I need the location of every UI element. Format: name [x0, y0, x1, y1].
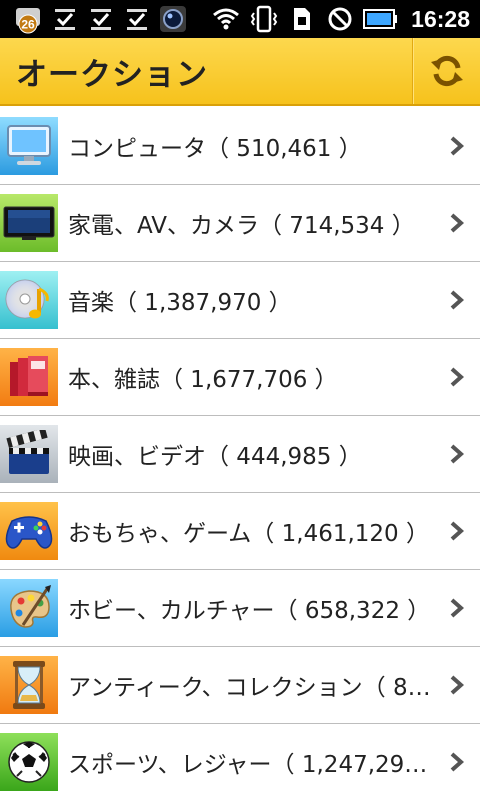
chevron-right-icon [450, 521, 465, 541]
books-icon [0, 348, 58, 406]
computer-monitor-icon [0, 117, 58, 175]
hourglass-icon [0, 656, 58, 714]
clapperboard-icon [0, 425, 58, 483]
page-title: オークション [16, 56, 208, 93]
chevron-right-icon [450, 136, 465, 156]
list-item-label: スポーツ、レジャー（ 1,247,290 ） [68, 752, 436, 778]
status-bar: 26 16:28 [0, 0, 480, 38]
gamepad-icon [0, 502, 58, 560]
list-item-music[interactable]: 音楽（ 1,387,970 ） [0, 262, 480, 339]
chevron-right-icon [450, 444, 465, 464]
download-complete-icon [86, 4, 116, 34]
paint-palette-icon [0, 579, 58, 637]
chevron-right-icon [450, 752, 465, 772]
chevron-right-icon [450, 598, 465, 618]
list-item-antiques[interactable]: アンティーク、コレクション（ 8… [0, 647, 480, 724]
chevron-right-icon [450, 675, 465, 695]
list-item-hobby-culture[interactable]: ホビー、カルチャー（ 658,322 ） [0, 570, 480, 647]
list-item-movies[interactable]: 映画、ビデオ（ 444,985 ） [0, 416, 480, 493]
wifi-icon [211, 4, 241, 34]
notification-count-icon: 26 [14, 4, 44, 34]
list-item-books[interactable]: 本、雑誌（ 1,677,706 ） [0, 339, 480, 416]
chevron-right-icon [450, 367, 465, 387]
list-item-label: ホビー、カルチャー（ 658,322 ） [68, 598, 431, 624]
download-complete-icon [122, 4, 152, 34]
no-signal-icon [325, 4, 355, 34]
chevron-right-icon [450, 290, 465, 310]
category-list: コンピュータ（ 510,461 ） 家電、AV、カメラ（ 714,534 ） 音… [0, 106, 480, 800]
notification-badge: 26 [21, 18, 35, 32]
vibrate-icon [249, 4, 279, 34]
header-bar: オークション [0, 38, 480, 106]
list-item-label: コンピュータ（ 510,461 ） [68, 136, 362, 162]
list-item-electronics[interactable]: 家電、AV、カメラ（ 714,534 ） [0, 185, 480, 262]
list-item-computer[interactable]: コンピュータ（ 510,461 ） [0, 108, 480, 185]
list-item-label: 本、雑誌（ 1,677,706 ） [68, 367, 338, 393]
list-item-label: おもちゃ、ゲーム（ 1,461,120 ） [68, 521, 429, 547]
list-item-sports[interactable]: スポーツ、レジャー（ 1,247,290 ） [0, 724, 480, 800]
chevron-right-icon [450, 213, 465, 233]
status-time: 16:28 [411, 5, 470, 32]
camera-icon [158, 4, 188, 34]
list-item-label: 映画、ビデオ（ 444,985 ） [68, 444, 362, 470]
list-item-label: 音楽（ 1,387,970 ） [68, 290, 292, 316]
list-item-label: 家電、AV、カメラ（ 714,534 ） [68, 213, 415, 239]
television-icon [0, 194, 58, 252]
list-item-toys-games[interactable]: おもちゃ、ゲーム（ 1,461,120 ） [0, 493, 480, 570]
sim-card-icon [287, 4, 317, 34]
refresh-icon [430, 55, 463, 87]
music-cd-icon [0, 271, 58, 329]
refresh-button[interactable] [412, 38, 480, 104]
soccer-ball-icon [0, 733, 58, 791]
download-complete-icon [50, 4, 80, 34]
battery-icon [363, 4, 399, 34]
list-item-label: アンティーク、コレクション（ 8… [68, 675, 431, 701]
